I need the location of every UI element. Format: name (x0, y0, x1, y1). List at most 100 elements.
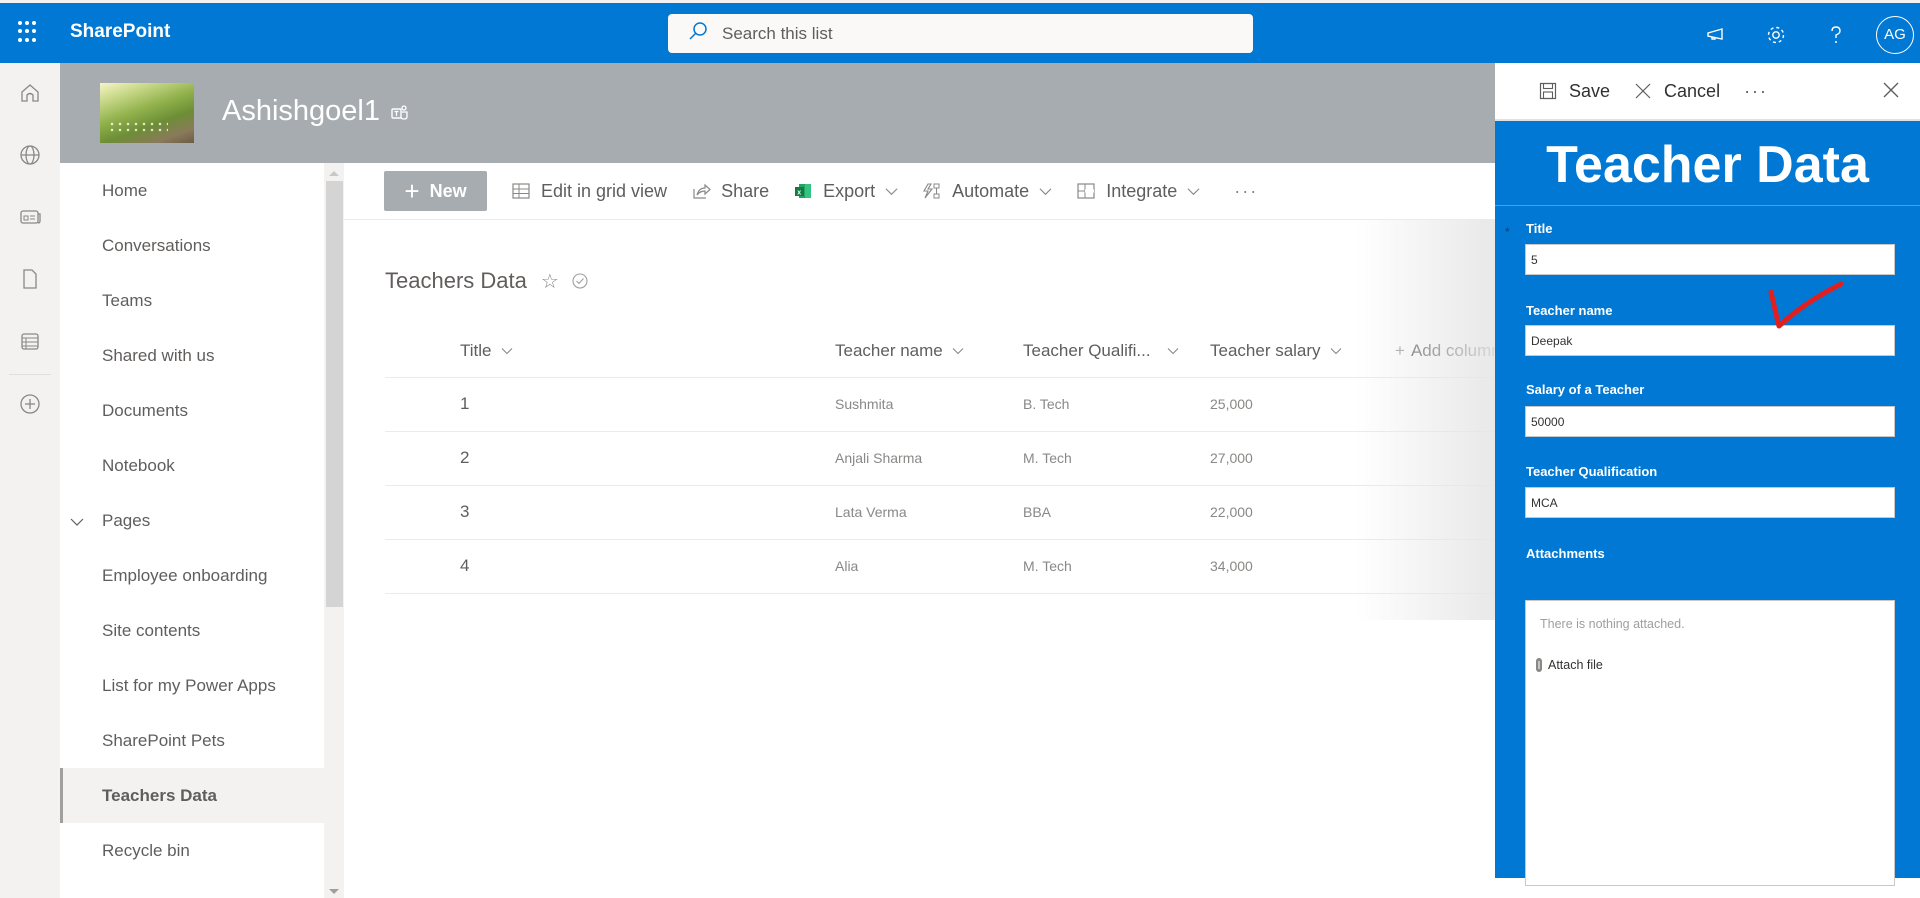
save-button[interactable]: Save (1539, 81, 1610, 102)
list-grid: Title Teacher name Teacher Qualifi... Te… (385, 324, 1501, 594)
home-icon[interactable] (17, 80, 43, 106)
gear-icon[interactable] (1746, 5, 1806, 65)
salary-field[interactable]: 50000 (1525, 406, 1895, 437)
nav-item-pages[interactable]: Pages (60, 493, 324, 548)
cell-salary: 22,000 (1210, 504, 1253, 520)
cell-salary: 34,000 (1210, 558, 1253, 574)
help-icon[interactable] (1806, 5, 1866, 65)
more-options-button[interactable]: ··· (1744, 81, 1768, 102)
plus-icon: + (404, 176, 420, 206)
attach-file-button[interactable]: Attach file (1534, 657, 1603, 673)
nav-item-list-for-my-power-apps[interactable]: List for my Power Apps (60, 658, 324, 713)
list-icon[interactable] (17, 328, 43, 354)
scroll-up-arrow[interactable] (329, 171, 339, 176)
nav-item-home[interactable]: Home (60, 163, 324, 218)
table-row[interactable]: 1 Sushmita B. Tech 25,000 (385, 378, 1495, 432)
edit-grid-label: Edit in grid view (541, 180, 668, 201)
app-name[interactable]: SharePoint (70, 21, 170, 43)
megaphone-icon[interactable] (1686, 5, 1746, 65)
power-apps-form: Teacher Data * Title 5 Teacher name Deep… (1495, 119, 1920, 886)
waffle-icon[interactable] (18, 21, 40, 43)
automate-button[interactable]: Automate (922, 181, 1052, 202)
plus-icon: + (1395, 341, 1405, 360)
edit-grid-view-button[interactable]: Edit in grid view (511, 181, 667, 202)
qualification-field[interactable]: MCA (1525, 487, 1895, 518)
table-row[interactable]: 3 Lata Verma BBA 22,000 (385, 486, 1495, 540)
chevron-down-icon (501, 348, 512, 355)
scroll-down-arrow[interactable] (329, 889, 339, 894)
cell-salary: 25,000 (1210, 396, 1253, 412)
cell-teacher-name: Sushmita (835, 396, 894, 412)
panel-toolbar: Save Cancel ··· (1495, 63, 1920, 119)
column-header-teacher-name[interactable]: Teacher name (835, 341, 964, 361)
close-icon (1635, 83, 1651, 99)
chevron-down-icon (1039, 187, 1052, 195)
chevron-down-icon[interactable] (70, 514, 84, 528)
search-input[interactable]: Search this list (668, 14, 1253, 53)
nav-item-teachers-data[interactable]: Teachers Data (60, 768, 324, 823)
column-header-title[interactable]: Title (460, 341, 513, 361)
nav-item-shared-with-us[interactable]: Shared with us (60, 328, 324, 383)
qualification-label: Teacher Qualification (1526, 464, 1658, 479)
star-icon[interactable]: ☆ (541, 269, 559, 294)
nav-item-site-contents[interactable]: Site contents (60, 603, 324, 658)
column-header-teacher-salary[interactable]: Teacher salary (1210, 341, 1342, 361)
cancel-button[interactable]: Cancel (1634, 81, 1720, 102)
column-label: Title (460, 341, 492, 360)
chevron-down-icon (1187, 187, 1200, 195)
more-commands-button[interactable]: ··· (1234, 181, 1258, 202)
nav-item-employee-onboarding[interactable]: Employee onboarding (60, 548, 324, 603)
share-icon (693, 183, 711, 199)
save-icon (1539, 82, 1557, 100)
nav-item-sharepoint-pets[interactable]: SharePoint Pets (60, 713, 324, 768)
cell-qualification: M. Tech (1023, 450, 1072, 466)
add-column-button[interactable]: + Add column (1395, 341, 1501, 361)
attachments-label: Attachments (1526, 546, 1605, 561)
share-button[interactable]: Share (691, 181, 769, 202)
export-button[interactable]: x Export (793, 181, 898, 202)
table-row[interactable]: 2 Anjali Sharma M. Tech 27,000 (385, 432, 1495, 486)
nav-label: SharePoint Pets (102, 730, 225, 750)
nav-item-teams[interactable]: Teams (60, 273, 324, 328)
check-circle-icon[interactable] (571, 272, 589, 290)
nav-item-conversations[interactable]: Conversations (60, 218, 324, 273)
nav-scrollbar[interactable] (324, 163, 344, 898)
title-field[interactable]: 5 (1525, 244, 1895, 275)
chevron-down-icon (1330, 348, 1341, 355)
cell-teacher-name: Lata Verma (835, 504, 907, 520)
add-circle-icon[interactable] (17, 391, 43, 417)
cell-title: 3 (460, 502, 470, 521)
cell-teacher-name: Anjali Sharma (835, 450, 923, 466)
nav-label: Pages (102, 510, 151, 530)
site-title[interactable]: Ashishgoel1 (222, 95, 380, 128)
nav-item-recycle-bin[interactable]: Recycle bin (60, 823, 324, 878)
chevron-down-icon (885, 187, 898, 195)
share-label: Share (721, 180, 770, 201)
document-icon[interactable] (17, 266, 43, 292)
grid-header: Title Teacher name Teacher Qualifi... Te… (385, 324, 1501, 378)
teams-icon (390, 103, 410, 123)
close-panel-icon[interactable] (1882, 81, 1900, 99)
list-title-row: Teachers Data ☆ (385, 268, 589, 294)
integrate-button[interactable]: Integrate (1076, 181, 1200, 202)
attachments-empty-text: There is nothing attached. (1540, 617, 1685, 631)
teacher-name-field[interactable]: Deepak (1525, 325, 1895, 356)
table-row[interactable]: 4 Alia M. Tech 34,000 (385, 540, 1495, 594)
paperclip-icon (1536, 658, 1542, 672)
nav-label: Recycle bin (102, 840, 190, 860)
nav-item-documents[interactable]: Documents (60, 383, 324, 438)
new-button[interactable]: + New (384, 171, 487, 211)
attachments-box: There is nothing attached. Attach file (1525, 600, 1895, 886)
scrollbar-thumb[interactable] (326, 181, 343, 607)
grid-icon (512, 183, 530, 199)
search-icon (688, 21, 708, 46)
news-icon[interactable] (17, 204, 43, 230)
site-logo[interactable] (100, 83, 194, 143)
globe-icon[interactable] (17, 142, 43, 168)
nav-label: List for my Power Apps (102, 675, 276, 695)
avatar[interactable]: AG (1876, 15, 1914, 54)
automate-icon (923, 183, 940, 199)
teacher-name-label: Teacher name (1526, 303, 1613, 318)
nav-item-notebook[interactable]: Notebook (60, 438, 324, 493)
column-header-teacher-qualification[interactable]: Teacher Qualifi... (1023, 341, 1179, 361)
